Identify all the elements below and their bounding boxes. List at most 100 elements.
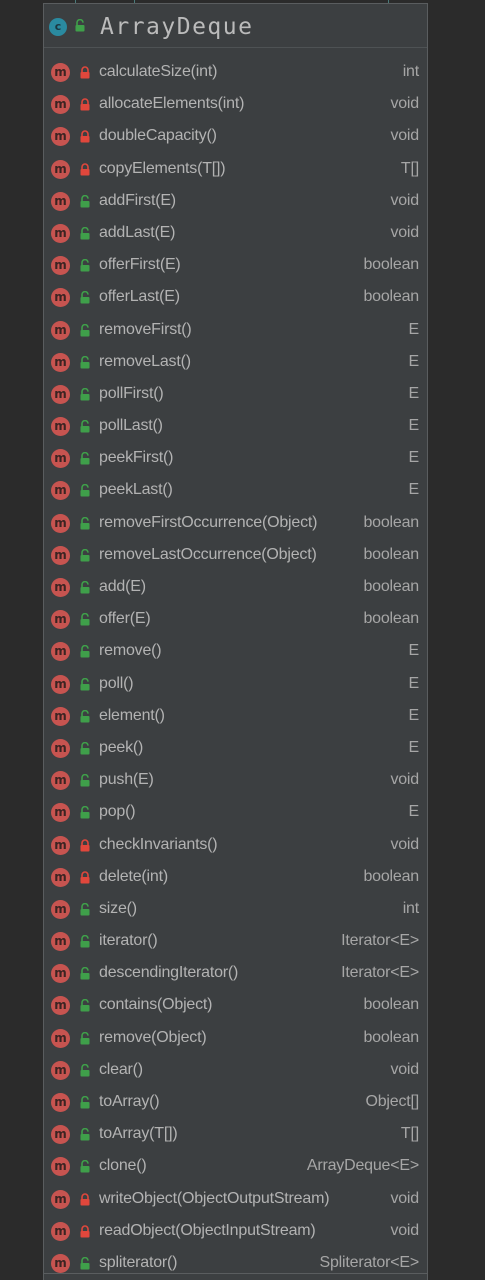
method-icon: m <box>51 545 70 565</box>
member-row[interactable]: m size() int <box>44 893 427 925</box>
method-icon: m <box>51 674 70 694</box>
member-row[interactable]: m remove(Object) boolean <box>44 1022 427 1054</box>
public-unlock-icon <box>79 259 91 272</box>
member-name: peek() <box>99 738 144 756</box>
method-icon: m <box>51 384 70 404</box>
method-icon: m <box>51 481 70 501</box>
member-return-type: Spliterator<E> <box>319 1253 420 1271</box>
member-row[interactable]: m pollFirst() E <box>44 378 427 410</box>
member-row[interactable]: m doubleCapacity() void <box>44 120 427 152</box>
private-lock-icon <box>79 98 91 111</box>
method-icon: m <box>51 1093 70 1112</box>
method-icon: m <box>51 610 70 630</box>
member-row[interactable]: m push(E) void <box>44 764 427 796</box>
method-icon: m <box>51 449 70 469</box>
member-return-type: Iterator<E> <box>341 932 419 950</box>
public-unlock-icon <box>79 420 91 433</box>
method-icon: m <box>51 1060 70 1080</box>
member-row[interactable]: m peek() E <box>44 732 427 764</box>
member-row[interactable]: m calculateSize(int) int <box>44 56 427 88</box>
private-lock-icon <box>79 130 91 143</box>
public-unlock-icon <box>79 452 91 465</box>
method-icon: m <box>51 1253 70 1273</box>
method-icon: m <box>51 642 70 662</box>
member-row[interactable]: m removeFirstOccurrence(Object) boolean <box>44 507 427 539</box>
member-row[interactable]: m toArray() Object[] <box>44 1086 427 1118</box>
class-node[interactable]: c ArrayDeque m calculateSize(int) int m allo… <box>43 3 428 1280</box>
method-icon: m <box>51 996 70 1016</box>
member-row[interactable]: m copyElements(T[]) T[] <box>44 153 427 185</box>
class-header[interactable]: c ArrayDeque <box>44 4 427 48</box>
member-return-type: void <box>390 835 419 853</box>
member-row[interactable]: m pollLast() E <box>44 410 427 442</box>
member-row[interactable]: m removeFirst() E <box>44 314 427 346</box>
member-return-type: Object[] <box>365 1093 419 1110</box>
method-icon: m <box>51 352 70 372</box>
public-unlock-icon <box>79 935 91 948</box>
member-name: checkInvariants() <box>99 835 218 853</box>
method-icon: m <box>51 1125 70 1145</box>
public-unlock-icon <box>79 1160 91 1173</box>
member-row[interactable]: m toArray(T[]) T[] <box>44 1118 427 1150</box>
public-unlock-icon <box>79 548 91 562</box>
member-return-type: T[] <box>400 159 419 177</box>
member-list: m calculateSize(int) int m allocateElements(… <box>44 56 427 1279</box>
member-return-type: int <box>402 899 420 917</box>
public-unlock-icon <box>79 774 91 787</box>
member-row[interactable]: m allocateElements(int) void <box>44 88 427 120</box>
method-icon: m <box>51 771 70 791</box>
member-name: removeLast() <box>99 352 191 370</box>
method-icon: m <box>51 417 70 437</box>
member-row[interactable]: m pop() E <box>44 796 427 828</box>
member-row[interactable]: m descendingIterator() Iterator<E> <box>44 957 427 989</box>
member-row[interactable]: m delete(int) boolean <box>44 861 427 893</box>
member-row[interactable]: m readObject(ObjectInputStream) void <box>44 1215 427 1247</box>
class-icon: c <box>49 18 67 36</box>
member-row[interactable]: m spliterator() Spliterator<E> <box>44 1247 427 1279</box>
public-unlock-icon <box>79 741 91 755</box>
member-row[interactable]: m offerLast(E) boolean <box>44 281 427 313</box>
member-row[interactable]: m writeObject(ObjectOutputStream) void <box>44 1183 427 1215</box>
member-row[interactable]: m element() E <box>44 700 427 732</box>
member-return-type: boolean <box>363 1028 419 1046</box>
member-return-type: boolean <box>363 513 419 531</box>
member-return-type: void <box>390 1060 419 1078</box>
public-unlock-icon <box>79 1031 91 1045</box>
member-return-type: void <box>390 771 419 789</box>
member-row[interactable]: m peekLast() E <box>44 474 427 506</box>
member-name: pollFirst() <box>99 384 164 402</box>
member-return-type: E <box>408 481 420 499</box>
private-lock-icon <box>79 838 91 852</box>
member-row[interactable]: m clone() ArrayDeque<E> <box>44 1150 427 1182</box>
member-row[interactable]: m checkInvariants() void <box>44 829 427 861</box>
method-icon: m <box>51 127 70 147</box>
private-lock-icon <box>79 162 91 176</box>
member-row[interactable]: m removeLastOccurrence(Object) boolean <box>44 539 427 571</box>
member-return-type: ArrayDeque<E> <box>306 1157 419 1175</box>
member-name: peekLast() <box>99 481 173 499</box>
method-icon: m <box>51 1221 70 1241</box>
member-row[interactable]: m offer(E) boolean <box>44 603 427 635</box>
public-unlock-icon <box>79 484 91 497</box>
member-return-type: E <box>408 706 420 724</box>
member-name: toArray() <box>99 1093 160 1110</box>
member-row[interactable]: m clear() void <box>44 1054 427 1086</box>
member-row[interactable]: m peekFirst() E <box>44 442 427 474</box>
private-lock-icon <box>79 66 91 79</box>
method-icon: m <box>51 738 70 758</box>
member-row[interactable]: m iterator() Iterator<E> <box>44 925 427 957</box>
diagram-canvas: c ArrayDeque m calculateSize(int) int m allo… <box>0 0 485 1280</box>
member-return-type: E <box>408 803 420 821</box>
member-name: removeFirst() <box>99 320 192 338</box>
member-row[interactable]: m add(E) boolean <box>44 571 427 603</box>
member-row[interactable]: m removeLast() E <box>44 346 427 378</box>
member-row[interactable]: m poll() E <box>44 668 427 700</box>
member-row[interactable]: m remove() E <box>44 635 427 667</box>
member-row[interactable]: m addFirst(E) void <box>44 185 427 217</box>
member-row[interactable]: m offerFirst(E) boolean <box>44 249 427 281</box>
method-icon: m <box>51 159 70 179</box>
member-row[interactable]: m contains(Object) boolean <box>44 989 427 1021</box>
method-icon: m <box>51 95 70 115</box>
member-row[interactable]: m addLast(E) void <box>44 217 427 249</box>
public-unlock-icon <box>79 902 91 916</box>
